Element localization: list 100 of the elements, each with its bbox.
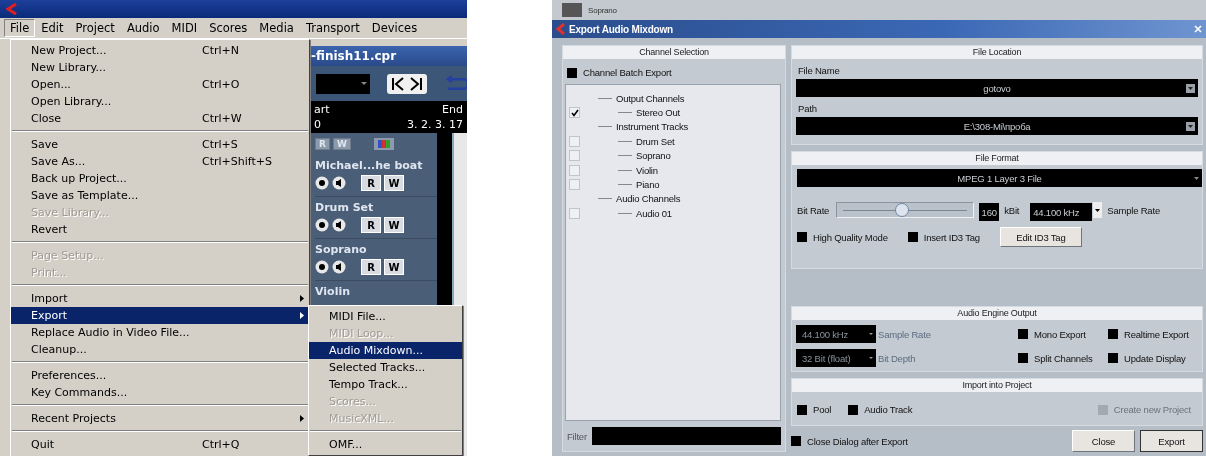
app-logo-icon: [556, 23, 566, 35]
field-label: Path: [798, 103, 818, 114]
locator-buttons[interactable]: [386, 73, 427, 94]
tree-item[interactable]: Piano: [636, 179, 660, 191]
edit-id3-tag-button[interactable]: Edit ID3 Tag: [999, 227, 1082, 247]
checkbox[interactable]: [907, 232, 918, 242]
menu[interactable]: Scores: [203, 19, 254, 37]
field-label: Bit Depth: [877, 352, 917, 364]
field-value: 44.100 kHz: [802, 328, 849, 340]
tree-item[interactable]: Audio Channels: [616, 193, 681, 205]
tree-item[interactable]: Soprano: [636, 150, 671, 162]
dialog-button[interactable]: Export: [1140, 430, 1203, 452]
color-icon: [373, 138, 394, 150]
window-title: Export Audio Mixdown: [569, 23, 673, 35]
read-button[interactable]: R: [361, 259, 381, 275]
checkbox[interactable]: [848, 404, 859, 415]
tree-item[interactable]: Stereo Out: [636, 107, 680, 119]
menu[interactable]: Transport: [299, 19, 366, 37]
menu-item[interactable]: Save as Template...: [11, 187, 309, 204]
file-name-field[interactable]: gotovo: [796, 79, 1198, 97]
time-value: 3. 2. 3. 17: [406, 118, 463, 133]
write-button[interactable]: W: [384, 259, 404, 275]
menu-item[interactable]: Tempo Track...: [309, 376, 462, 393]
menu[interactable]: File: [4, 19, 36, 37]
bit-rate-slider[interactable]: [836, 202, 975, 218]
tree-item[interactable]: Drum Set: [636, 135, 675, 147]
caret-icon: [360, 82, 367, 85]
menu[interactable]: Media: [253, 19, 300, 37]
menu[interactable]: MIDI: [165, 19, 204, 37]
checkbox[interactable]: [569, 179, 580, 191]
checkbox[interactable]: [567, 67, 577, 78]
shortcut-text: Ctrl+N: [202, 44, 241, 57]
path-field[interactable]: E:\308-Mi\проба: [796, 117, 1198, 135]
slider-thumb[interactable]: [895, 203, 910, 217]
menu-item[interactable]: Revert: [11, 221, 309, 238]
menu-item[interactable]: Replace Audio in Video File...: [11, 324, 309, 341]
shortcut-text: Ctrl+Q: [202, 438, 241, 451]
checkbox[interactable]: [1018, 353, 1028, 363]
menu-item[interactable]: Save As... Ctrl+Shift+S: [11, 153, 309, 170]
track-name: Soprano: [315, 243, 368, 256]
checkbox[interactable]: [1018, 329, 1028, 339]
menu-item[interactable]: New Project... Ctrl+N: [11, 42, 309, 59]
read-button[interactable]: R: [361, 217, 381, 233]
read-button[interactable]: R: [361, 175, 381, 191]
dropdown-button[interactable]: [1093, 202, 1103, 218]
tree-item[interactable]: Violin: [636, 164, 658, 176]
filter-field[interactable]: [591, 427, 781, 445]
checkbox[interactable]: [569, 164, 580, 176]
write-button[interactable]: W: [384, 217, 404, 233]
format-dropdown[interactable]: MPEG 1 Layer 3 File: [797, 169, 1202, 187]
checkbox[interactable]: [1108, 329, 1118, 339]
sample-rate-dropdown[interactable]: 44.100 kHz: [796, 325, 876, 343]
section-heading: File Format: [792, 152, 1202, 165]
menu-item[interactable]: Preferences...: [11, 367, 309, 384]
bit-depth-dropdown[interactable]: 32 Bit (float): [796, 349, 876, 367]
menu-item[interactable]: Save Ctrl+S: [11, 136, 309, 153]
checkbox[interactable]: [797, 404, 807, 415]
dialog-button[interactable]: Close: [1072, 430, 1135, 452]
menu-item[interactable]: Quit Ctrl+Q: [11, 436, 309, 453]
menu-item[interactable]: OMF...: [309, 436, 462, 453]
checkbox[interactable]: [797, 232, 807, 242]
menu-item[interactable]: Import: [11, 290, 309, 307]
submenu-arrow-icon: [300, 312, 304, 319]
tree-item[interactable]: Instrument Tracks: [616, 121, 689, 133]
track-thumbnail: [562, 3, 582, 17]
dropdown-field[interactable]: [316, 73, 370, 94]
menu-item[interactable]: Recent Projects: [11, 410, 309, 427]
menu-item[interactable]: Selected Tracks...: [309, 359, 462, 376]
checkbox[interactable]: [1108, 353, 1118, 363]
menu-item[interactable]: MIDI File...: [309, 308, 462, 325]
checkbox-label: Realtime Export: [1124, 328, 1189, 340]
checkbox[interactable]: [569, 207, 580, 219]
menu-item[interactable]: Cleanup...: [11, 341, 309, 358]
menu-item[interactable]: Open Library...: [11, 93, 309, 110]
menu-item[interactable]: Close Ctrl+W: [11, 110, 309, 127]
shortcut-text: Ctrl+W: [202, 112, 243, 125]
checkbox[interactable]: [569, 135, 580, 147]
tree-item[interactable]: Audio 01: [636, 207, 672, 219]
checkbox[interactable]: [569, 107, 580, 119]
menu-item[interactable]: Key Commands...: [11, 384, 309, 401]
checkbox-label: Channel Batch Export: [583, 67, 672, 78]
menu[interactable]: Devices: [365, 19, 424, 37]
record-icon: [315, 218, 329, 232]
menu-item[interactable]: Open... Ctrl+O: [11, 76, 309, 93]
field-value: gotovo: [983, 82, 1011, 94]
menu-item[interactable]: Export: [11, 307, 309, 324]
menu[interactable]: Edit: [35, 19, 70, 37]
sample-rate-field[interactable]: 44.100 kHz: [1030, 203, 1093, 221]
tree-item[interactable]: Output Channels: [616, 92, 685, 104]
caret-icon: [1095, 208, 1101, 212]
write-button[interactable]: W: [384, 175, 404, 191]
checkbox[interactable]: [791, 436, 801, 446]
menu-item[interactable]: Back up Project...: [11, 170, 309, 187]
section-heading: Import into Project: [792, 379, 1202, 392]
menu-item[interactable]: New Library...: [11, 59, 309, 76]
checkbox[interactable]: [569, 150, 580, 162]
menu[interactable]: Project: [69, 19, 121, 37]
menu-item[interactable]: Audio Mixdown...: [309, 342, 462, 359]
menu[interactable]: Audio: [120, 19, 166, 37]
cycle-icon: [443, 75, 467, 92]
